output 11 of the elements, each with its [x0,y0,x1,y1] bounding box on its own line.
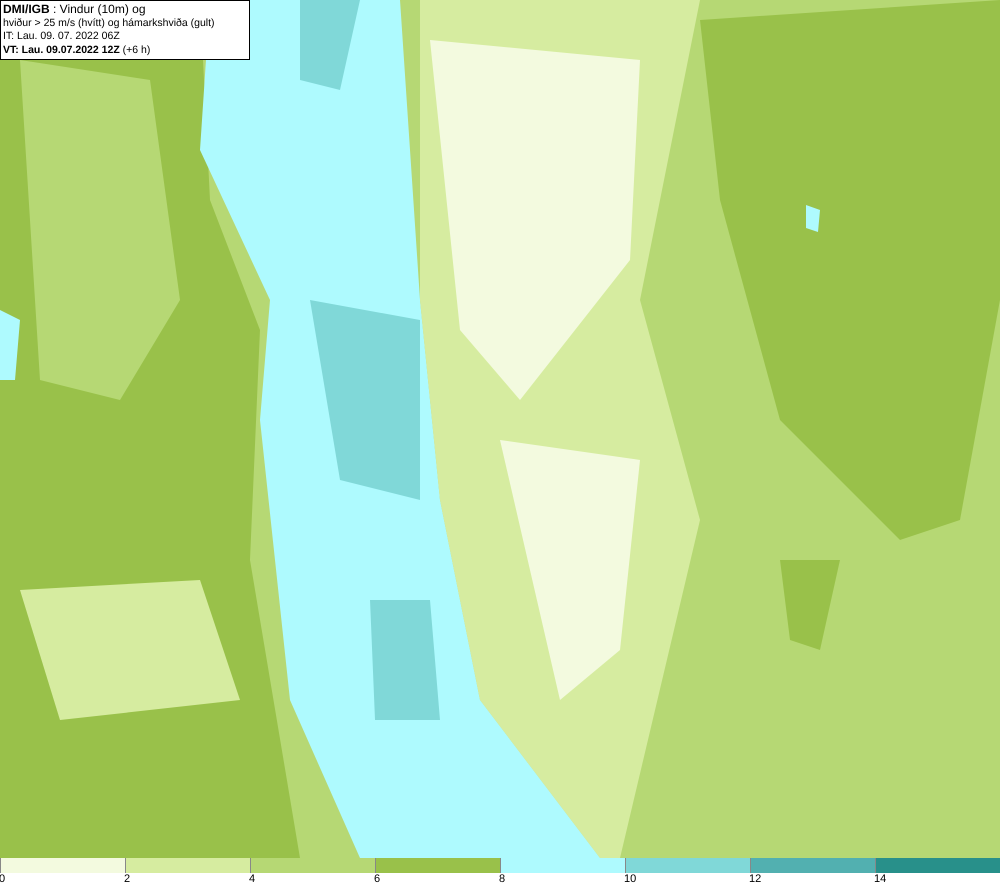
scale-label: 8 [499,873,506,886]
scale-label: 6 [374,873,380,886]
scale-label: 10 [624,873,636,886]
info-text: hviður > 25 m/s (hvítt) og hámarkshviða (gult) [3,16,216,30]
scale-label: 4 [249,873,256,886]
info-text: IT: Lau. 09. 07. 2022 06Z [3,30,121,44]
scale-label: 14 [874,873,886,886]
scale-label: 12 [749,873,762,886]
scale-label: 2 [124,873,130,886]
info-text: DMI/IGB : Vindur (10m) og [3,3,146,16]
info-text: VT: Lau. 09.07.2022 12Z (+6 h) [3,44,152,57]
